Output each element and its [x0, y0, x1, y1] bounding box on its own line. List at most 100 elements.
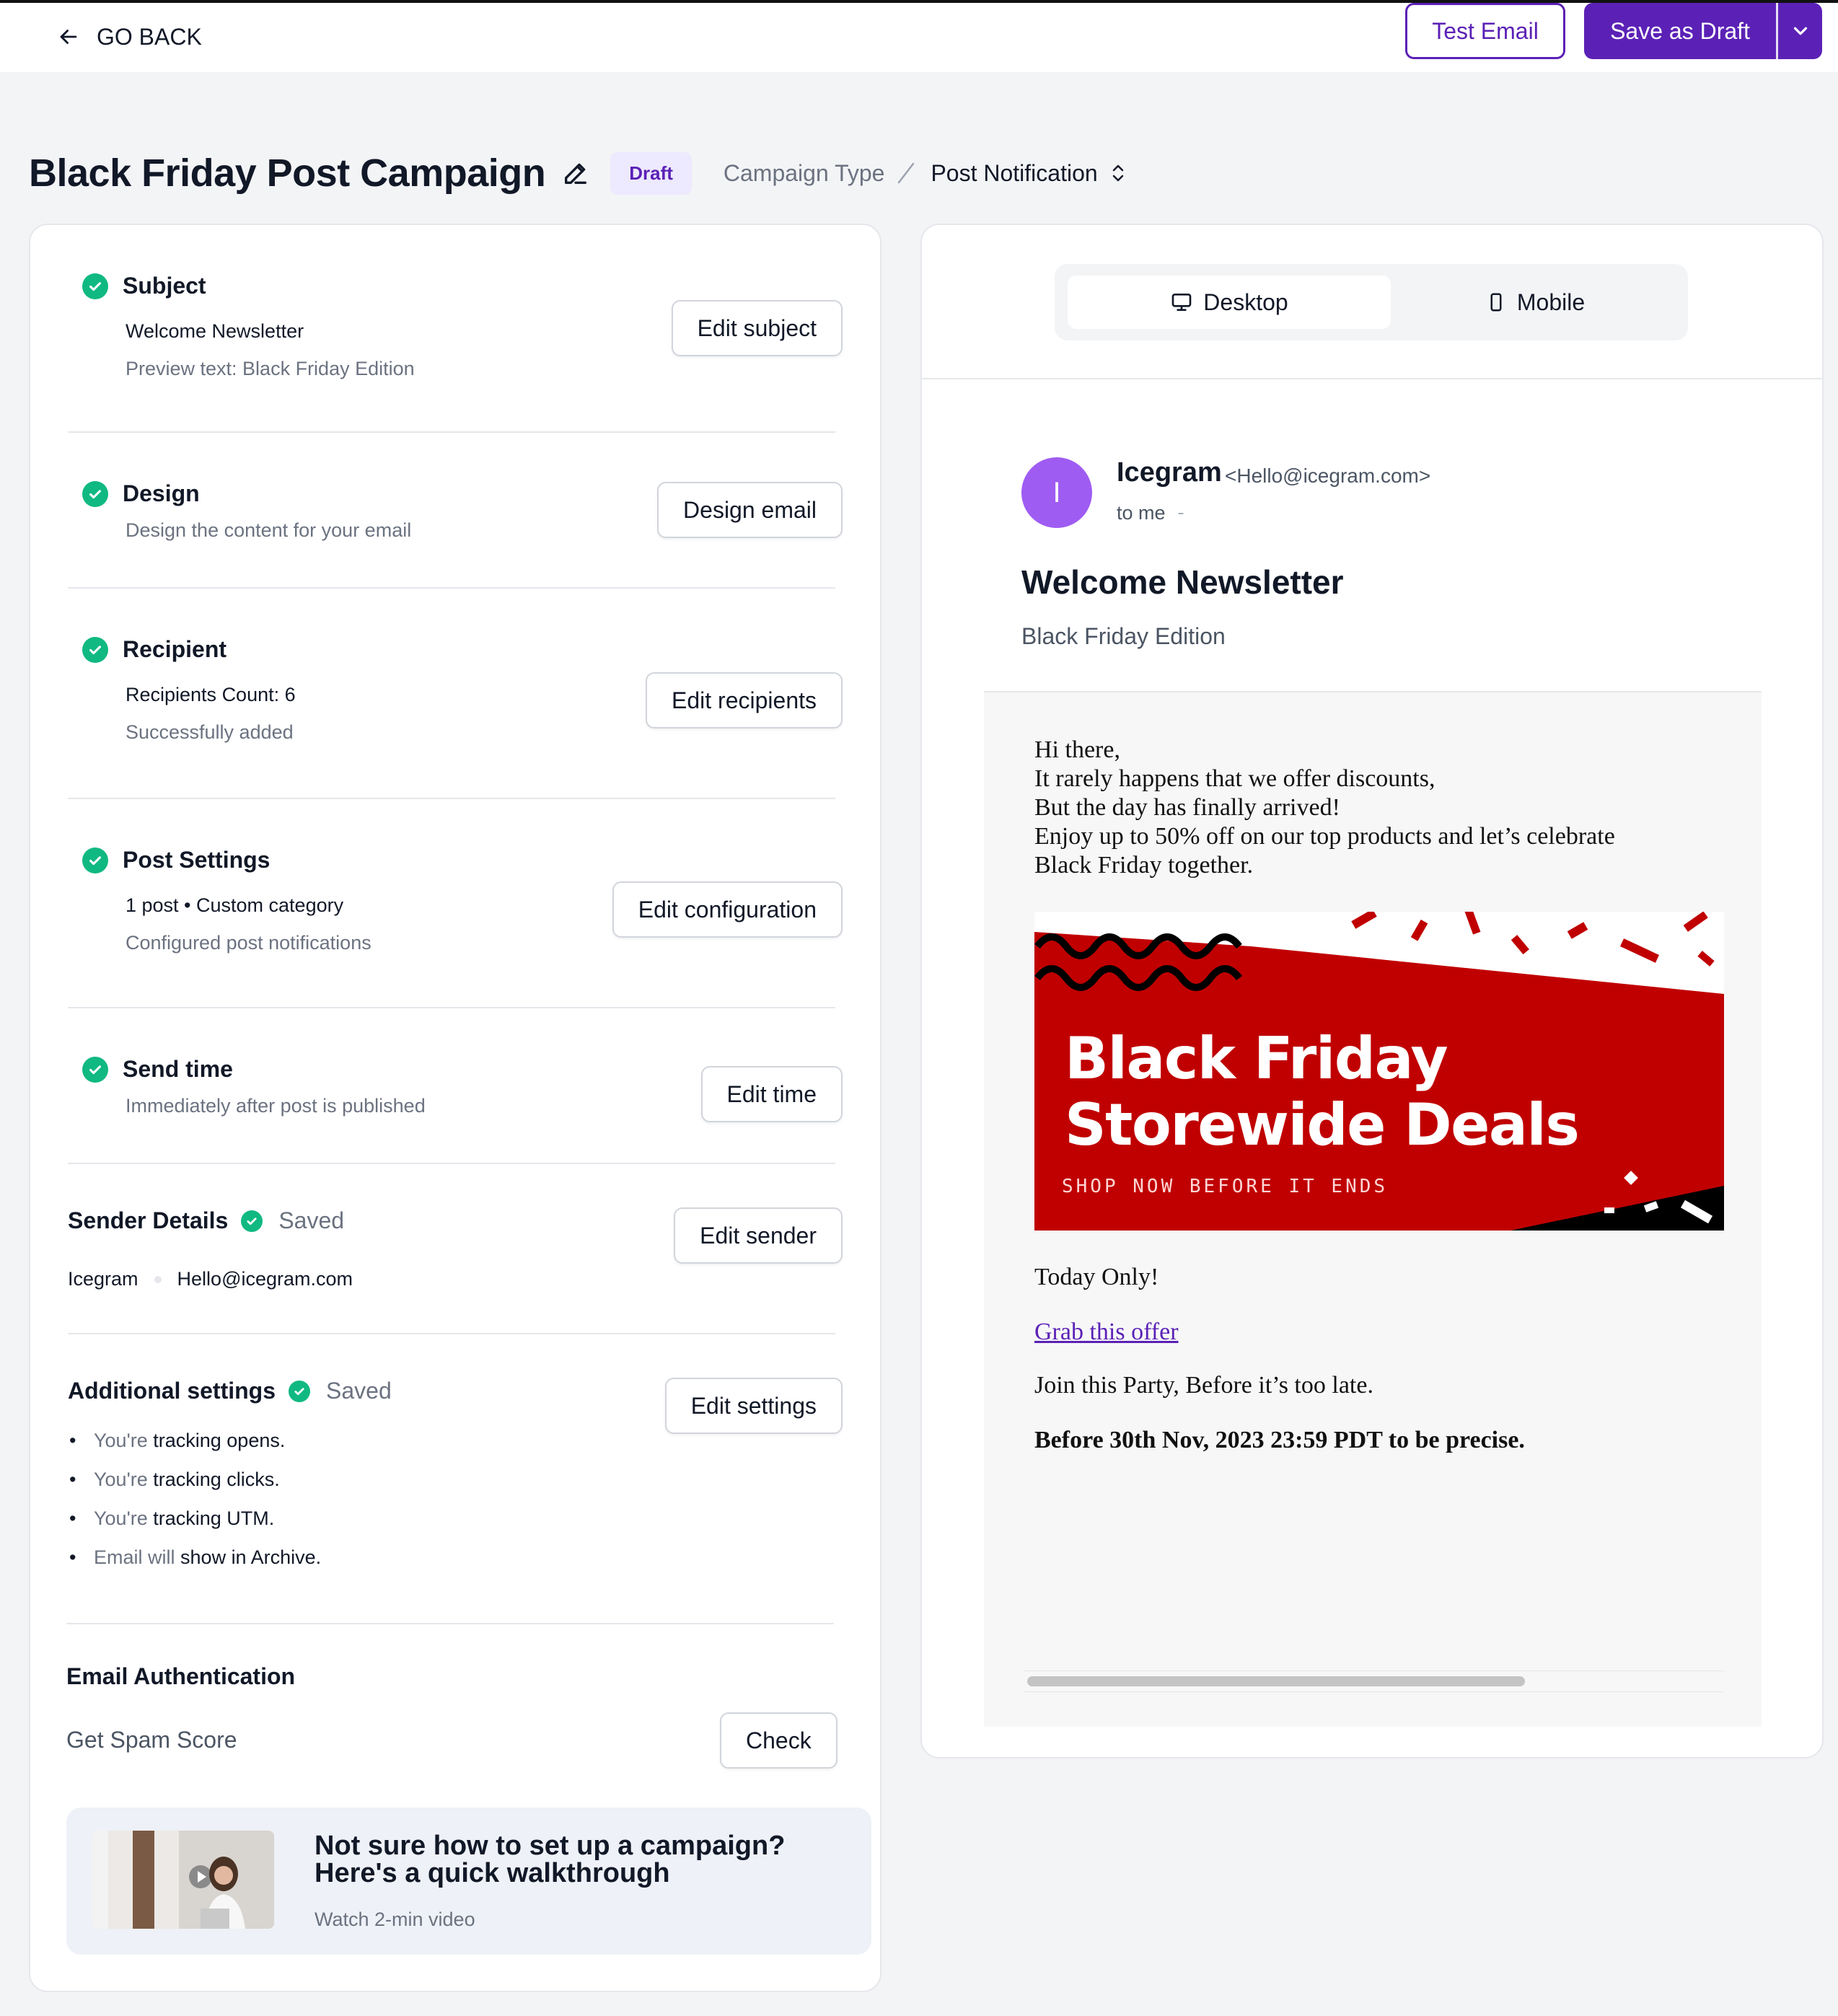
post-settings-header: Post Settings	[82, 847, 270, 873]
design-email-button[interactable]: Design email	[657, 482, 843, 538]
post-settings-title: Post Settings	[123, 847, 271, 873]
divider	[68, 431, 835, 433]
post-settings-summary: 1 post • Custom category	[126, 894, 344, 916]
recipient-line: to me	[1117, 502, 1186, 524]
status-badge: Draft	[610, 151, 692, 195]
preview-text: Preview text: Black Friday Edition	[126, 358, 415, 379]
tab-mobile[interactable]: Mobile	[1391, 276, 1679, 329]
join-party-text: Join this Party, Before it’s too late.	[1034, 1372, 1373, 1399]
page-title: Black Friday Post Campaign	[29, 151, 546, 195]
edit-subject-button[interactable]: Edit subject	[671, 300, 843, 356]
recipient-title: Recipient	[123, 636, 227, 662]
additional-settings-section: Additional settings Saved You're trackin…	[30, 1334, 880, 1848]
additional-settings-header: Additional settings Saved	[68, 1378, 392, 1404]
tab-desktop[interactable]: Desktop	[1068, 276, 1391, 329]
banner-line: Storewide Deals	[1065, 1091, 1580, 1158]
today-only-text: Today Only!	[1034, 1264, 1159, 1290]
subject-header: Subject	[82, 273, 206, 299]
preview-subject: Welcome Newsletter	[1021, 563, 1344, 601]
edit-time-button[interactable]: Edit time	[700, 1066, 843, 1122]
edit-configuration-button[interactable]: Edit configuration	[612, 881, 843, 938]
promo-title[interactable]: Not sure how to set up a campaign? Here'…	[315, 1832, 848, 1887]
campaign-type-select[interactable]: Post Notification	[931, 160, 1126, 187]
saved-status: Saved	[278, 1207, 345, 1233]
sender-info: Icegram Hello@icegram.com	[68, 1268, 353, 1290]
sender-name: Icegram	[68, 1268, 138, 1290]
walkthrough-promo[interactable]: Not sure how to set up a campaign? Here'…	[66, 1808, 871, 1955]
black-friday-banner: Black Friday Storewide Deals SHOP NOW BE…	[1034, 912, 1724, 1231]
subject-section: Subject Welcome Newsletter Preview text:…	[30, 225, 880, 434]
design-description: Design the content for your email	[126, 519, 412, 541]
smartphone-icon	[1490, 293, 1502, 312]
send-time-description: Immediately after post is published	[126, 1095, 426, 1117]
design-title: Design	[123, 480, 200, 506]
body-intro: Hi there, It rarely happens that we offe…	[1034, 736, 1727, 880]
sender-details-title: Sender Details	[68, 1207, 229, 1233]
check-circle-icon	[241, 1210, 263, 1232]
send-time-header: Send time	[82, 1056, 233, 1083]
divider	[68, 587, 835, 589]
check-circle-icon	[82, 847, 108, 873]
preview-preheader: Black Friday Edition	[1021, 623, 1226, 649]
send-time-title: Send time	[123, 1056, 233, 1082]
tracking-list: You're tracking opens. You're tracking c…	[68, 1421, 321, 1577]
subject-line: Welcome Newsletter	[126, 320, 304, 342]
grab-offer-link[interactable]: Grab this offer	[1034, 1319, 1179, 1346]
promo-subtitle: Watch 2-min video	[315, 1909, 475, 1930]
horizontal-scrollbar[interactable]	[1024, 1671, 1724, 1692]
scrollbar-thumb[interactable]	[1027, 1676, 1525, 1686]
send-time-section: Send time Immediately after post is publ…	[30, 1008, 880, 1164]
avatar: I	[1021, 457, 1092, 528]
test-email-button[interactable]: Test Email	[1405, 3, 1565, 59]
video-thumbnail[interactable]	[92, 1831, 274, 1929]
dot-separator	[154, 1275, 162, 1283]
chevron-down-icon	[1178, 512, 1184, 514]
button-separator	[1776, 3, 1778, 59]
body-line: Hi there,	[1034, 736, 1120, 763]
slash-separator-icon	[896, 161, 916, 185]
banner-headline: Black Friday Storewide Deals	[1065, 1026, 1580, 1158]
sender-details-section: Sender Details Saved Icegram Hello@icegr…	[30, 1164, 880, 1334]
save-draft-button[interactable]: Save as Draft	[1584, 3, 1776, 59]
check-circle-icon	[289, 1380, 310, 1402]
list-item: You're tracking UTM.	[68, 1499, 321, 1538]
go-back-link[interactable]: GO BACK	[56, 19, 202, 55]
additional-settings-title: Additional settings	[68, 1378, 276, 1404]
chevron-down-icon	[1793, 27, 1807, 35]
email-preview-card: Desktop Mobile I Icegram <Hello@icegram.…	[920, 224, 1824, 1759]
design-section: Design Design the content for your email…	[30, 434, 880, 590]
recipient-section: Recipient Recipients Count: 6 Successful…	[30, 590, 880, 799]
check-circle-icon	[82, 480, 108, 507]
recipient-header: Recipient	[82, 636, 227, 663]
edit-settings-button[interactable]: Edit settings	[664, 1378, 843, 1434]
list-item: You're tracking opens.	[68, 1421, 321, 1460]
device-toggle: Desktop Mobile	[1055, 264, 1688, 340]
edit-sender-button[interactable]: Edit sender	[674, 1207, 843, 1264]
check-circle-icon	[82, 273, 108, 299]
post-settings-section: Post Settings 1 post • Custom category C…	[30, 799, 880, 1008]
check-spam-button[interactable]: Check	[720, 1712, 837, 1769]
campaign-type-value: Post Notification	[931, 159, 1098, 186]
campaign-header: Black Friday Post Campaign Draft Campaig…	[29, 144, 1127, 202]
sender-email: Hello@icegram.com	[177, 1268, 353, 1290]
email-auth-title: Email Authentication	[66, 1663, 296, 1689]
email-body: Hi there, It rarely happens that we offe…	[984, 692, 1762, 1727]
go-back-label: GO BACK	[97, 23, 202, 50]
check-circle-icon	[82, 1056, 108, 1083]
tab-desktop-label: Desktop	[1203, 289, 1288, 315]
body-line: It rarely happens that we offer discount…	[1034, 765, 1435, 792]
monitor-icon	[1171, 294, 1192, 311]
design-header: Design	[82, 480, 200, 507]
spam-score-label: Get Spam Score	[66, 1727, 237, 1753]
tab-mobile-label: Mobile	[1516, 289, 1586, 315]
recipients-status: Successfully added	[126, 721, 294, 743]
list-item: You're tracking clicks.	[68, 1460, 321, 1499]
save-options-dropdown[interactable]	[1778, 3, 1822, 59]
divider	[66, 1623, 834, 1624]
body-line: But the day has finally arrived!	[1034, 794, 1340, 821]
to-me-label: to me	[1117, 502, 1166, 524]
edit-recipients-button[interactable]: Edit recipients	[646, 672, 843, 729]
sender-details-header: Sender Details Saved	[68, 1207, 344, 1234]
preview-sender-email: <Hello@icegram.com>	[1225, 465, 1431, 487]
pencil-icon[interactable]	[561, 159, 590, 188]
